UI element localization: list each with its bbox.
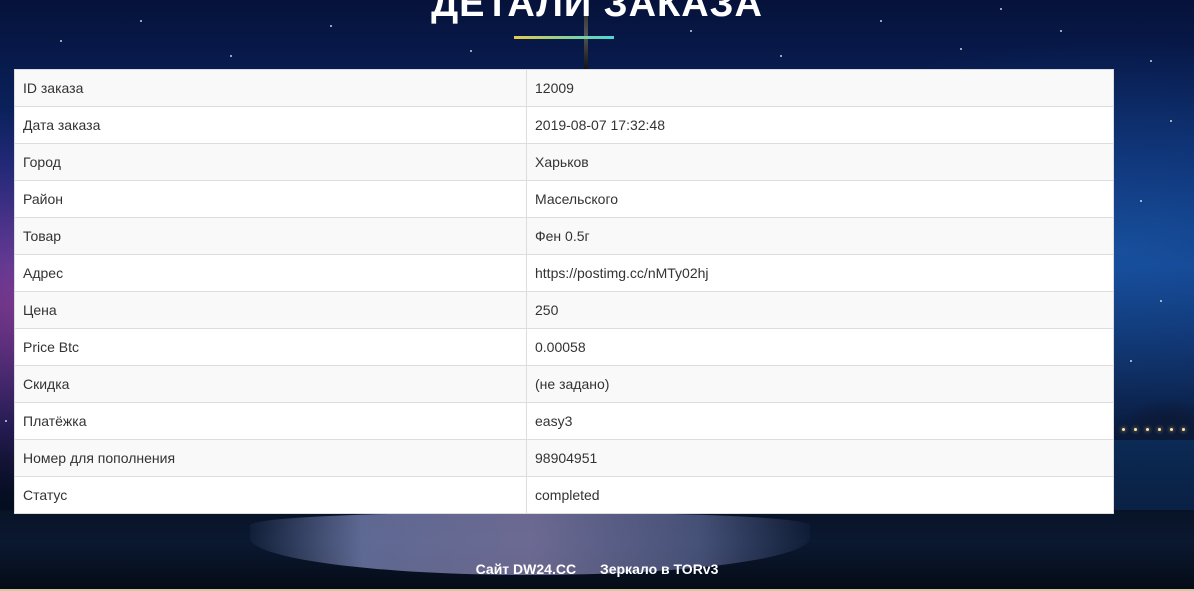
row-value-order-id: 12009 (526, 69, 1114, 107)
row-label-address: Адрес (14, 254, 527, 292)
row-label-city: Город (14, 143, 527, 181)
row-value-city: Харьков (526, 143, 1114, 181)
site-link[interactable]: Сайт DW24.CC (476, 561, 576, 577)
row-label-topup-number: Номер для пополнения (14, 439, 527, 477)
order-details-table: ID заказа 12009 Дата заказа 2019-08-07 1… (14, 69, 1114, 514)
row-value-price: 250 (526, 291, 1114, 329)
table-row: Цена 250 (14, 291, 1114, 329)
row-value-district: Масельского (526, 180, 1114, 218)
table-row: Район Масельского (14, 180, 1114, 218)
row-label-product: Товар (14, 217, 527, 255)
row-value-topup-number: 98904951 (526, 439, 1114, 477)
footer: Сайт DW24.CC Зеркало в TORv3 (0, 561, 1194, 577)
row-label-order-date: Дата заказа (14, 106, 527, 144)
table-row: Адрес https://postimg.cc/nMTy02hj (14, 254, 1114, 292)
table-row: Товар Фен 0.5г (14, 217, 1114, 255)
table-row: Дата заказа 2019-08-07 17:32:48 (14, 106, 1114, 144)
row-value-address: https://postimg.cc/nMTy02hj (526, 254, 1114, 292)
row-label-discount: Скидка (14, 365, 527, 403)
hill-silhouette (1114, 400, 1194, 440)
table-row: Платёжка easy3 (14, 402, 1114, 440)
row-label-district: Район (14, 180, 527, 218)
row-label-status: Статус (14, 476, 527, 514)
row-value-price-btc: 0.00058 (526, 328, 1114, 366)
row-value-payment: easy3 (526, 402, 1114, 440)
row-label-order-id: ID заказа (14, 69, 527, 107)
row-label-price: Цена (14, 291, 527, 329)
row-value-status: completed (526, 476, 1114, 514)
table-row: Статус completed (14, 476, 1114, 514)
horizon-lights (1114, 428, 1194, 434)
page-background: ДЕТАЛИ ЗАКАЗА ID заказа 12009 Дата заказ… (0, 0, 1194, 591)
row-value-order-date: 2019-08-07 17:32:48 (526, 106, 1114, 144)
page-title: ДЕТАЛИ ЗАКАЗА (431, 0, 763, 25)
table-row: Скидка (не задано) (14, 365, 1114, 403)
row-value-discount: (не задано) (526, 365, 1114, 403)
title-underline (514, 36, 614, 39)
row-value-product: Фен 0.5г (526, 217, 1114, 255)
table-row: Город Харьков (14, 143, 1114, 181)
row-label-payment: Платёжка (14, 402, 527, 440)
table-row: ID заказа 12009 (14, 69, 1114, 107)
tor-mirror-link[interactable]: Зеркало в TORv3 (600, 561, 718, 577)
table-row: Номер для пополнения 98904951 (14, 439, 1114, 477)
table-row: Price Btc 0.00058 (14, 328, 1114, 366)
row-label-price-btc: Price Btc (14, 328, 527, 366)
